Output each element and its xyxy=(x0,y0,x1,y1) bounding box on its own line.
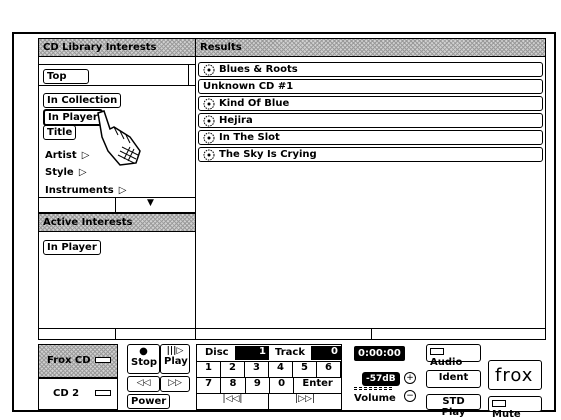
keypad-key-1[interactable]: 1 xyxy=(197,361,221,377)
library-header: CD Library Interests xyxy=(39,39,195,57)
audio-indicator-icon xyxy=(430,347,444,355)
result-row[interactable]: Unknown CD #1 xyxy=(198,79,543,94)
results-scrollbar[interactable] xyxy=(195,328,546,340)
cd-disc-icon xyxy=(203,149,215,161)
fast-forward-icon: ▷▷ xyxy=(168,378,182,388)
stop-icon: ● xyxy=(139,346,148,357)
mute-indicator-icon xyxy=(492,399,506,407)
result-row[interactable]: Blues & Roots xyxy=(198,62,543,77)
enter-button[interactable]: Enter xyxy=(294,377,341,393)
library-scrollbar[interactable]: ▼ xyxy=(39,198,195,212)
scroll-down-icon[interactable]: ▼ xyxy=(147,198,154,208)
cd-disc-icon xyxy=(203,115,215,127)
results-panel: Results Blues & Roots Unknown CD #1 Kind O… xyxy=(195,38,546,329)
result-title: Kind Of Blue xyxy=(219,98,290,109)
play-button[interactable]: |||▷ Play xyxy=(160,344,190,374)
source-indicator-icon xyxy=(95,357,111,363)
result-title: In The Slot xyxy=(219,132,280,143)
result-title: Hejira xyxy=(219,115,253,126)
volume-meter-icon xyxy=(354,387,392,390)
active-interests-panel: Active Interests In Player xyxy=(38,213,196,329)
next-track-button[interactable]: |▷▷| xyxy=(269,393,341,409)
disc-label: Disc xyxy=(205,347,229,358)
result-row[interactable]: Kind Of Blue xyxy=(198,96,543,111)
cd2-label: CD 2 xyxy=(53,388,80,399)
cd-disc-icon xyxy=(203,64,215,76)
active-in-player-button[interactable]: In Player xyxy=(43,240,101,255)
keypad-key-0[interactable]: 0 xyxy=(269,377,295,393)
instruments-item[interactable]: Instruments ▷ xyxy=(45,178,126,197)
track-label: Track xyxy=(275,347,305,358)
prev-track-button[interactable]: |◁◁| xyxy=(197,393,269,409)
keypad-key-5[interactable]: 5 xyxy=(293,361,317,377)
power-button[interactable]: Power xyxy=(127,394,171,409)
keypad-key-6[interactable]: 6 xyxy=(317,361,341,377)
title-button[interactable]: Title xyxy=(43,125,77,140)
cd2-source[interactable]: CD 2 xyxy=(38,378,118,410)
track-value: 0 xyxy=(311,346,341,360)
frox-logo-text: frox xyxy=(495,365,534,386)
result-title: Blues & Roots xyxy=(219,64,298,75)
ident-button[interactable]: Ident xyxy=(426,370,481,388)
play-icon: |||▷ xyxy=(166,346,184,356)
keypad: Disc 1 Track 0 123456 7 8 9 0 Enter |◁◁| |▷▷… xyxy=(196,344,342,410)
mute-button[interactable]: Mute xyxy=(488,396,542,420)
hand-pointer-icon xyxy=(90,107,150,171)
result-row[interactable]: In The Slot xyxy=(198,130,543,145)
frox-cd-source[interactable]: Frox CD xyxy=(38,344,118,378)
fast-forward-button[interactable]: ▷▷ xyxy=(160,376,190,392)
in-collection-button[interactable]: In Collection xyxy=(43,93,122,108)
style-item[interactable]: Style ▷ xyxy=(45,160,87,179)
next-track-icon: |▷▷| xyxy=(295,394,315,404)
result-row[interactable]: Hejira xyxy=(198,113,543,128)
keypad-key-2[interactable]: 2 xyxy=(221,361,245,377)
active-scrollbar[interactable] xyxy=(38,328,196,340)
expand-arrow-icon: ▷ xyxy=(78,167,87,178)
keypad-key-9[interactable]: 9 xyxy=(245,377,270,393)
cd-disc-icon xyxy=(203,132,215,144)
source-indicator-icon xyxy=(95,390,111,396)
expand-arrow-icon: ▷ xyxy=(118,185,127,196)
cd-disc-icon xyxy=(203,98,215,110)
result-title: The Sky Is Crying xyxy=(219,149,317,160)
keypad-key-4[interactable]: 4 xyxy=(269,361,293,377)
frox-logo: frox xyxy=(488,360,542,390)
top-button[interactable]: Top xyxy=(43,69,89,84)
volume-up-icon[interactable]: + xyxy=(404,372,416,384)
keypad-key-7[interactable]: 7 xyxy=(197,377,222,393)
result-row[interactable]: The Sky Is Crying xyxy=(198,147,543,162)
active-interests-header: Active Interests xyxy=(39,214,195,232)
style-label: Style xyxy=(45,167,74,178)
rewind-button[interactable]: ◁◁ xyxy=(127,376,160,392)
frox-cd-label: Frox CD xyxy=(47,355,91,366)
std-play-button[interactable]: STD Play xyxy=(426,394,481,418)
volume-db-display: -57dB xyxy=(362,372,400,386)
instruments-label: Instruments xyxy=(45,185,114,196)
volume-down-icon[interactable]: − xyxy=(404,390,416,402)
stop-button[interactable]: ● Stop xyxy=(127,344,160,374)
audio-button[interactable]: Audio xyxy=(426,344,481,368)
disc-value: 1 xyxy=(235,346,269,360)
keypad-key-3[interactable]: 3 xyxy=(245,361,269,377)
volume-label: Volume xyxy=(354,393,396,404)
prev-track-icon: |◁◁| xyxy=(222,394,243,404)
keypad-key-8[interactable]: 8 xyxy=(221,377,246,393)
results-header: Results xyxy=(196,39,545,57)
result-title: Unknown CD #1 xyxy=(203,81,294,92)
time-display: 0:00:00 xyxy=(354,346,405,361)
rewind-icon: ◁◁ xyxy=(136,378,151,388)
